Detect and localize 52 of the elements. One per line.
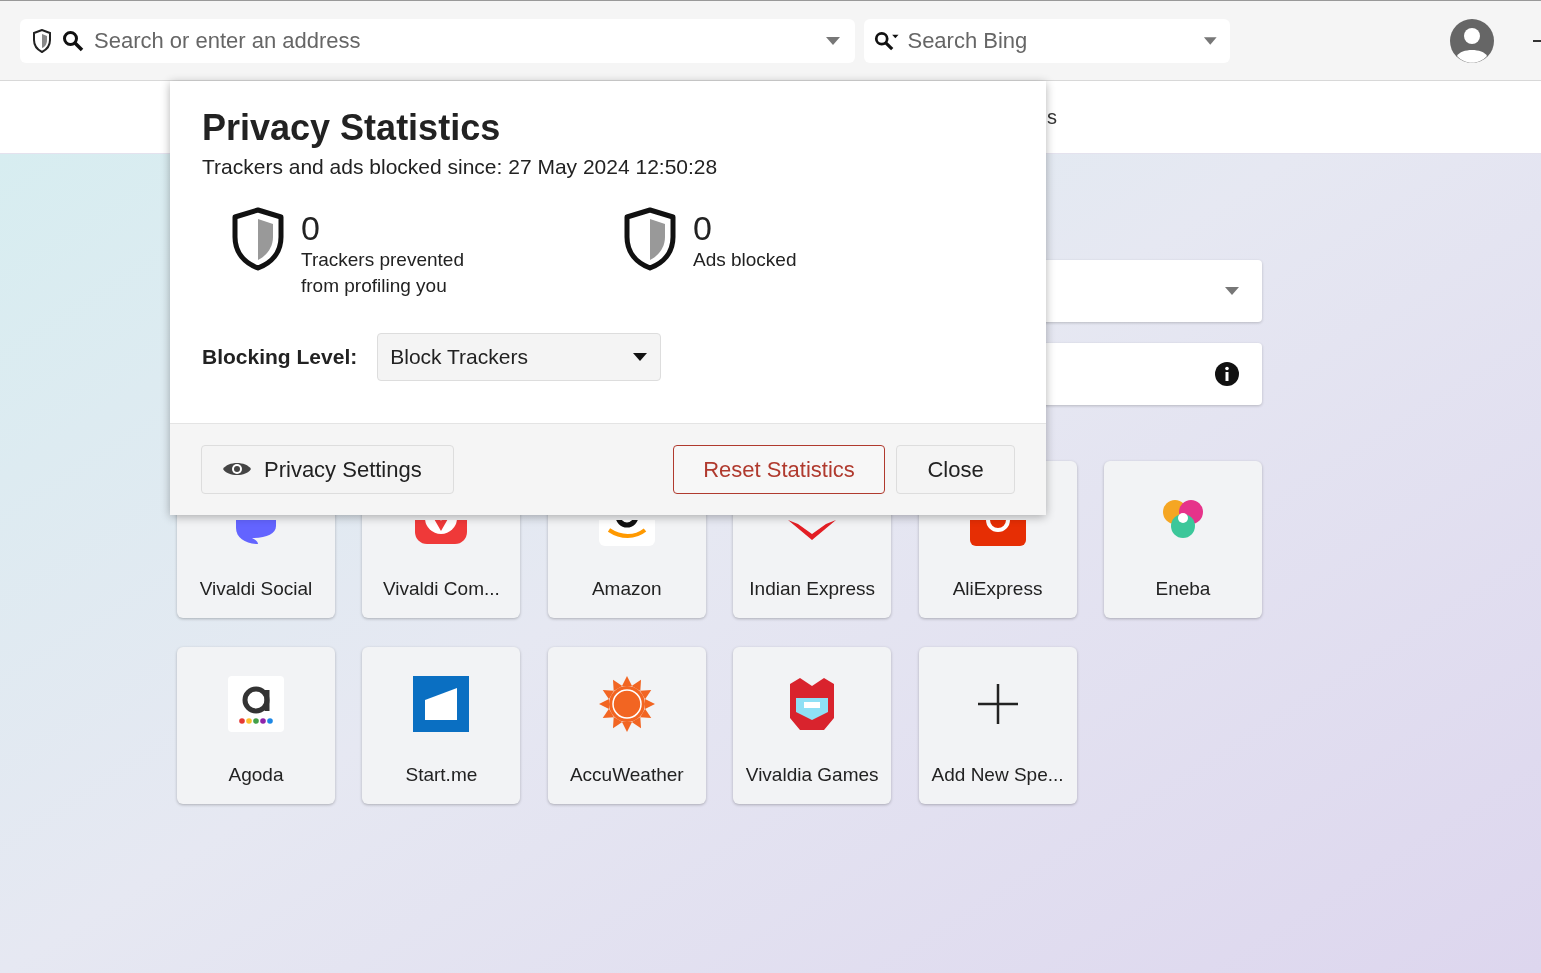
address-input[interactable]: Search or enter an address [94,24,815,57]
plus-icon [976,683,1019,725]
popup-subtitle: Trackers and ads blocked since: 27 May 2024 12:50:28 [202,154,719,180]
letter-a-icon [228,676,284,732]
speed-dial-tile[interactable]: AccuWeather [547,647,706,804]
bag-icon [969,520,1026,546]
tile-title: AliExpress [952,577,1043,601]
settings-button[interactable]: Privacy Settings [201,444,454,494]
info-icon[interactable] [1214,361,1240,387]
popup-title: Privacy Statistics [202,107,502,149]
speed-dial-tile[interactable]: Eneba [1103,461,1262,618]
avatar-icon[interactable] [1450,18,1494,63]
tile-title: Vivaldi Social [199,577,313,601]
shield-icon [622,206,678,271]
tab-label[interactable]: s [1047,102,1057,132]
tile-title: Indian Express [749,577,875,601]
caret-icon [1203,35,1218,46]
tile-title: Add New Spe... [931,763,1064,787]
reset-button[interactable]: Reset Statistics [673,444,885,494]
search-field[interactable]: Search Bing [864,18,1230,63]
stat-label: Trackers prevented from profiling you [301,247,465,298]
v-logo-icon [413,520,470,546]
blocking-level-dropdown[interactable]: Block Trackers [377,332,662,381]
shield-icon [230,206,286,271]
tile-title: AccuWeather [569,763,684,787]
eye-icon [222,460,252,478]
shield-icon [32,28,52,53]
speed-dial-tile[interactable]: Add New Spe... [918,647,1077,804]
search-input[interactable]: Search Bing [907,24,1196,57]
tile-title: Agoda [228,763,284,787]
search-icon [874,29,900,52]
sun-icon [598,676,655,732]
stat-label: Ads blocked [693,247,798,272]
tile-title: Vivaldia Games [745,763,879,787]
speed-dial-tile[interactable]: Vivaldia Games [733,647,892,804]
blocking-level-label: Blocking Level: [202,343,358,370]
address-field[interactable]: Search or enter an address [20,18,855,63]
stat-count: 0 [301,208,321,247]
caret-icon [1224,286,1240,296]
search-icon [62,29,84,52]
stat-count: 0 [693,208,713,247]
caret-icon [632,351,649,362]
tile-title: Vivaldi Com... [382,577,500,601]
tile-title: Eneba [1155,577,1211,601]
speed-dial-tile[interactable]: Start.me [362,647,521,804]
tile-title: Start.me [405,763,478,787]
minus-icon[interactable] [1533,38,1541,43]
square-logo-icon [413,676,470,732]
speed-dial-tile[interactable]: Agoda [177,647,335,804]
close-button[interactable]: Close [896,444,1015,494]
caret-icon [825,35,841,46]
tile-title: Amazon [591,577,662,601]
